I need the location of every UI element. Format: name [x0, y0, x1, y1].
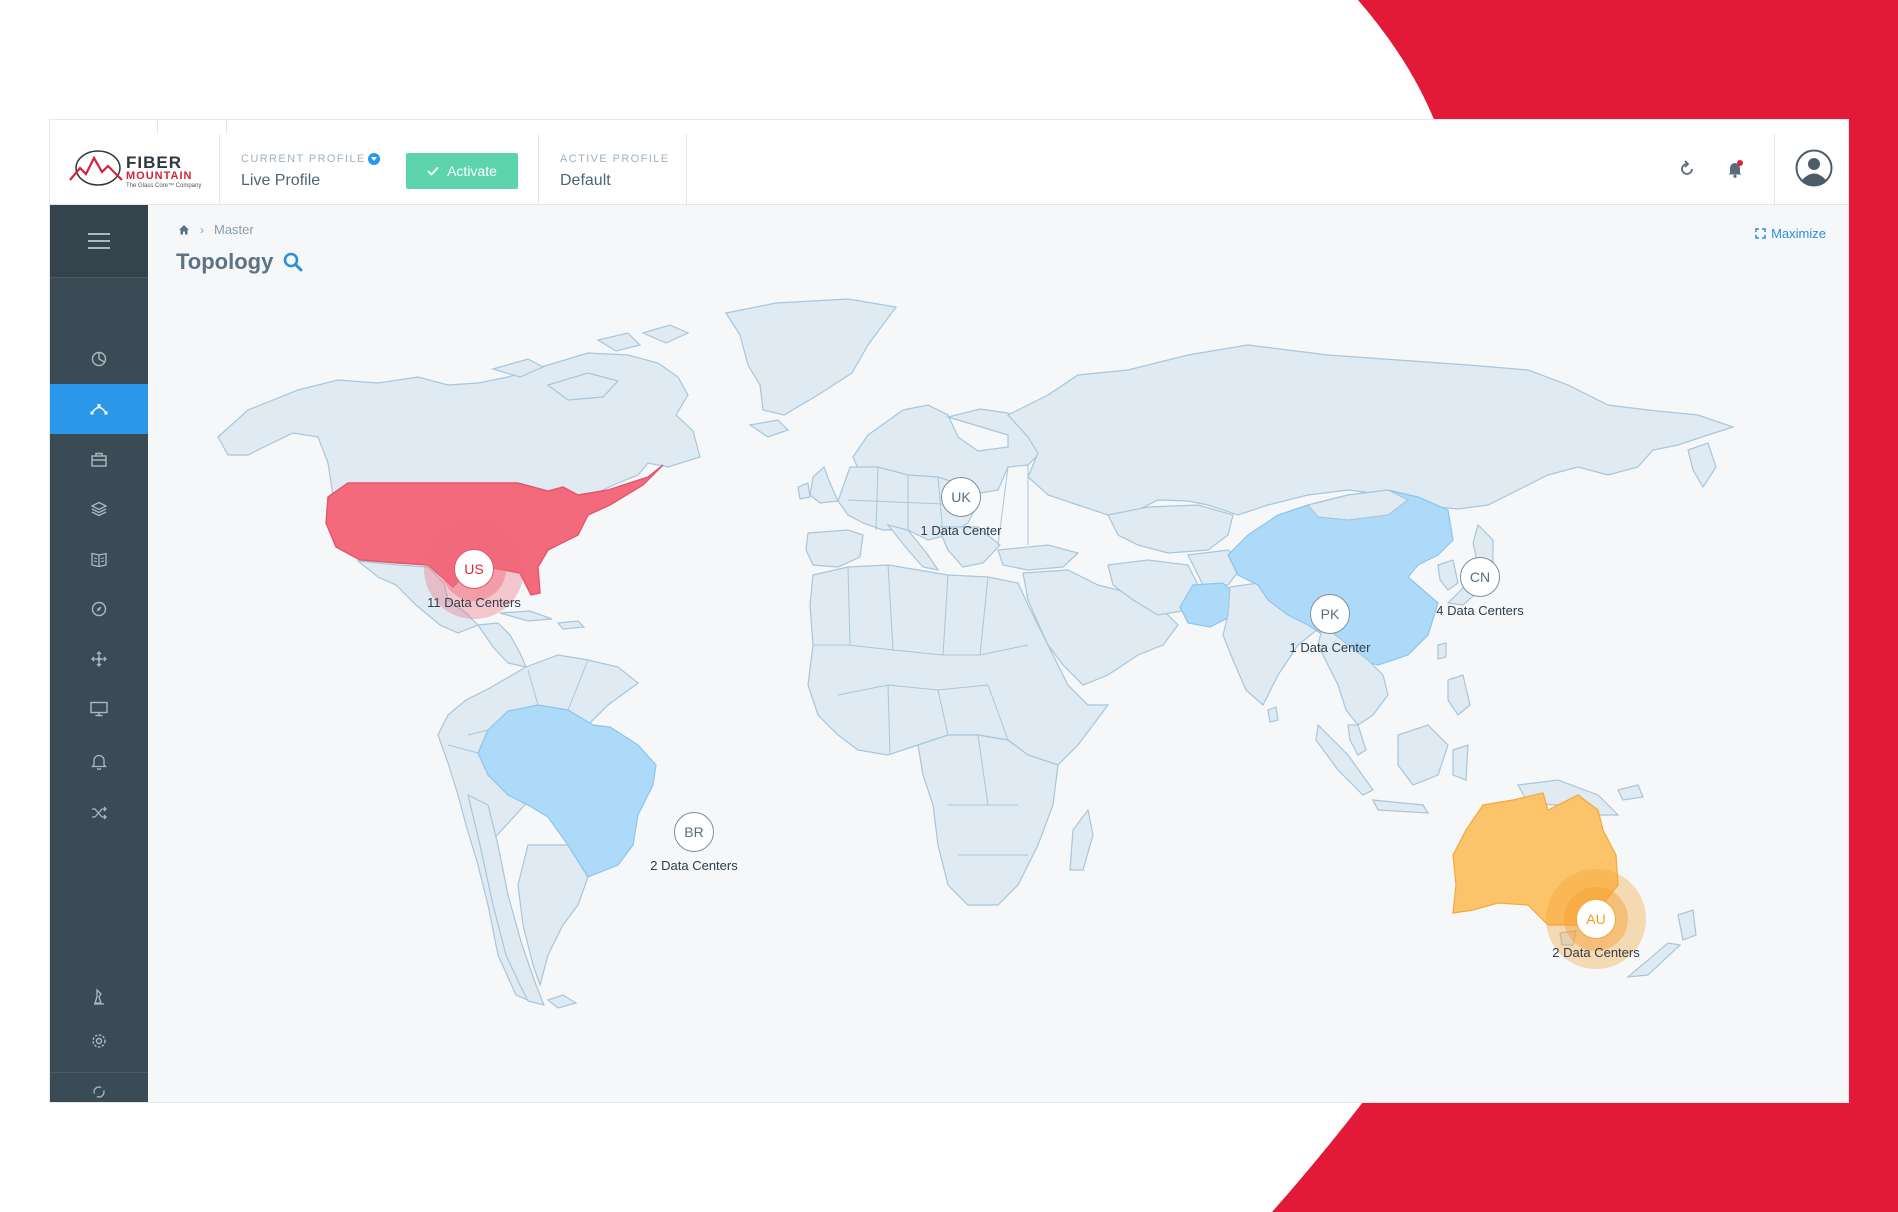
map-sri-lanka	[1267, 706, 1279, 723]
map-ireland	[797, 482, 811, 500]
sidebar-item-monitor[interactable]	[50, 684, 148, 734]
marker-label-uk: 1 Data Center	[920, 523, 1002, 538]
app-header: FIBER MOUNTAIN The Glass Core™ Company C…	[50, 134, 1848, 205]
map-central-america	[476, 622, 528, 668]
sidebar-item-layers[interactable]	[50, 484, 148, 534]
map-java	[1371, 799, 1430, 814]
sidebar-item-settings[interactable]	[50, 1016, 148, 1066]
logo-wordmark-mountain: MOUNTAIN	[126, 170, 193, 182]
marker-bubble-uk[interactable]: UK	[941, 477, 981, 517]
map-russia	[1007, 344, 1735, 516]
map-africa-south	[917, 734, 1059, 906]
pie-chart-icon	[91, 351, 107, 367]
marker-label-pk: 1 Data Center	[1289, 640, 1371, 655]
marker-label-cn: 4 Data Centers	[1436, 603, 1524, 618]
active-profile-label: ACTIVE PROFILE	[560, 153, 670, 165]
sidebar-item-sync[interactable]	[50, 1072, 148, 1112]
marker-label-br: 2 Data Centers	[650, 858, 738, 873]
mountain-logo-icon	[69, 150, 123, 186]
map-philippines	[1447, 674, 1471, 716]
chess-piece-icon	[94, 987, 104, 1005]
map-sumatra	[1315, 723, 1374, 796]
map-korea	[1437, 559, 1459, 591]
map-greenland	[725, 298, 898, 416]
sidebar-item-library[interactable]	[50, 534, 148, 584]
map-sulawesi	[1452, 744, 1469, 781]
sidebar-item-workflows[interactable]	[50, 788, 148, 838]
map-canada-island-3	[641, 324, 690, 344]
marker-bubble-cn[interactable]: CN	[1460, 557, 1500, 597]
map-malay	[1347, 724, 1367, 756]
map-madagascar	[1069, 808, 1094, 871]
map-kazakhstan	[1107, 504, 1234, 554]
marker-bubble-au[interactable]: AU	[1576, 899, 1616, 939]
marker-bubble-pk[interactable]: PK	[1310, 594, 1350, 634]
app-window: FIBER MOUNTAIN The Glass Core™ Company C…	[50, 120, 1848, 1102]
map-cuba	[499, 610, 553, 622]
map-canada-island-4	[596, 332, 642, 352]
marker-label-us: 11 Data Centers	[427, 595, 521, 610]
activate-button-label: Activate	[447, 163, 497, 179]
map-borneo	[1397, 724, 1449, 786]
map-pacific-islands	[1617, 784, 1644, 801]
map-falklands	[546, 994, 578, 1009]
map-uk	[809, 465, 839, 504]
map-caribbean	[556, 620, 586, 630]
user-avatar-icon[interactable]	[1794, 148, 1834, 188]
compass-icon	[91, 601, 107, 617]
check-icon	[427, 166, 439, 176]
book-icon	[91, 552, 107, 567]
sidebar-item-strategy[interactable]	[50, 971, 148, 1021]
map-iberia	[805, 529, 864, 568]
current-profile-label: CURRENT PROFILE	[241, 153, 366, 165]
shuffle-icon	[92, 806, 107, 820]
map-new-zealand-north	[1677, 909, 1697, 941]
main-content: › Master Topology Maximize US 11 Data Ce…	[148, 205, 1848, 1102]
topology-icon	[90, 404, 108, 415]
notification-badge	[1737, 160, 1743, 166]
active-profile-value: Default	[560, 172, 611, 189]
map-canada	[217, 352, 701, 506]
briefcase-icon	[91, 452, 107, 467]
marker-bubble-us[interactable]: US	[454, 549, 494, 589]
fiber-mountain-logo[interactable]: FIBER MOUNTAIN The Glass Core™ Company	[68, 146, 208, 192]
hamburger-menu-icon[interactable]	[50, 205, 148, 277]
bell-icon	[91, 754, 107, 770]
sidebar-item-inventory[interactable]	[50, 434, 148, 484]
refresh-icon[interactable]	[1672, 154, 1702, 184]
sidebar-item-alerts[interactable]	[50, 736, 148, 786]
current-profile-value[interactable]: Live Profile	[241, 172, 320, 190]
sidebar-item-connections[interactable]	[50, 634, 148, 684]
monitor-icon	[90, 701, 108, 717]
marker-bubble-br[interactable]: BR	[674, 812, 714, 852]
settings-icon	[92, 1034, 106, 1048]
map-iceland	[748, 419, 790, 438]
map-turkey	[997, 544, 1080, 571]
sidebar-item-topology[interactable]	[50, 384, 148, 434]
bell-icon[interactable]	[1720, 154, 1750, 184]
layers-icon	[91, 501, 107, 517]
sidebar	[50, 205, 148, 1102]
activate-button[interactable]: Activate	[406, 153, 518, 189]
map-taiwan	[1437, 642, 1447, 660]
top-strip	[50, 120, 1848, 135]
move-icon	[91, 651, 107, 667]
logo-tagline: The Glass Core™ Company	[126, 183, 202, 189]
marker-label-au: 2 Data Centers	[1552, 945, 1640, 960]
sidebar-item-explore[interactable]	[50, 584, 148, 634]
map-kamchatka	[1687, 442, 1717, 489]
profile-dropdown-icon[interactable]	[368, 153, 380, 165]
sync-icon	[93, 1086, 105, 1098]
sidebar-item-dashboard[interactable]	[50, 334, 148, 384]
